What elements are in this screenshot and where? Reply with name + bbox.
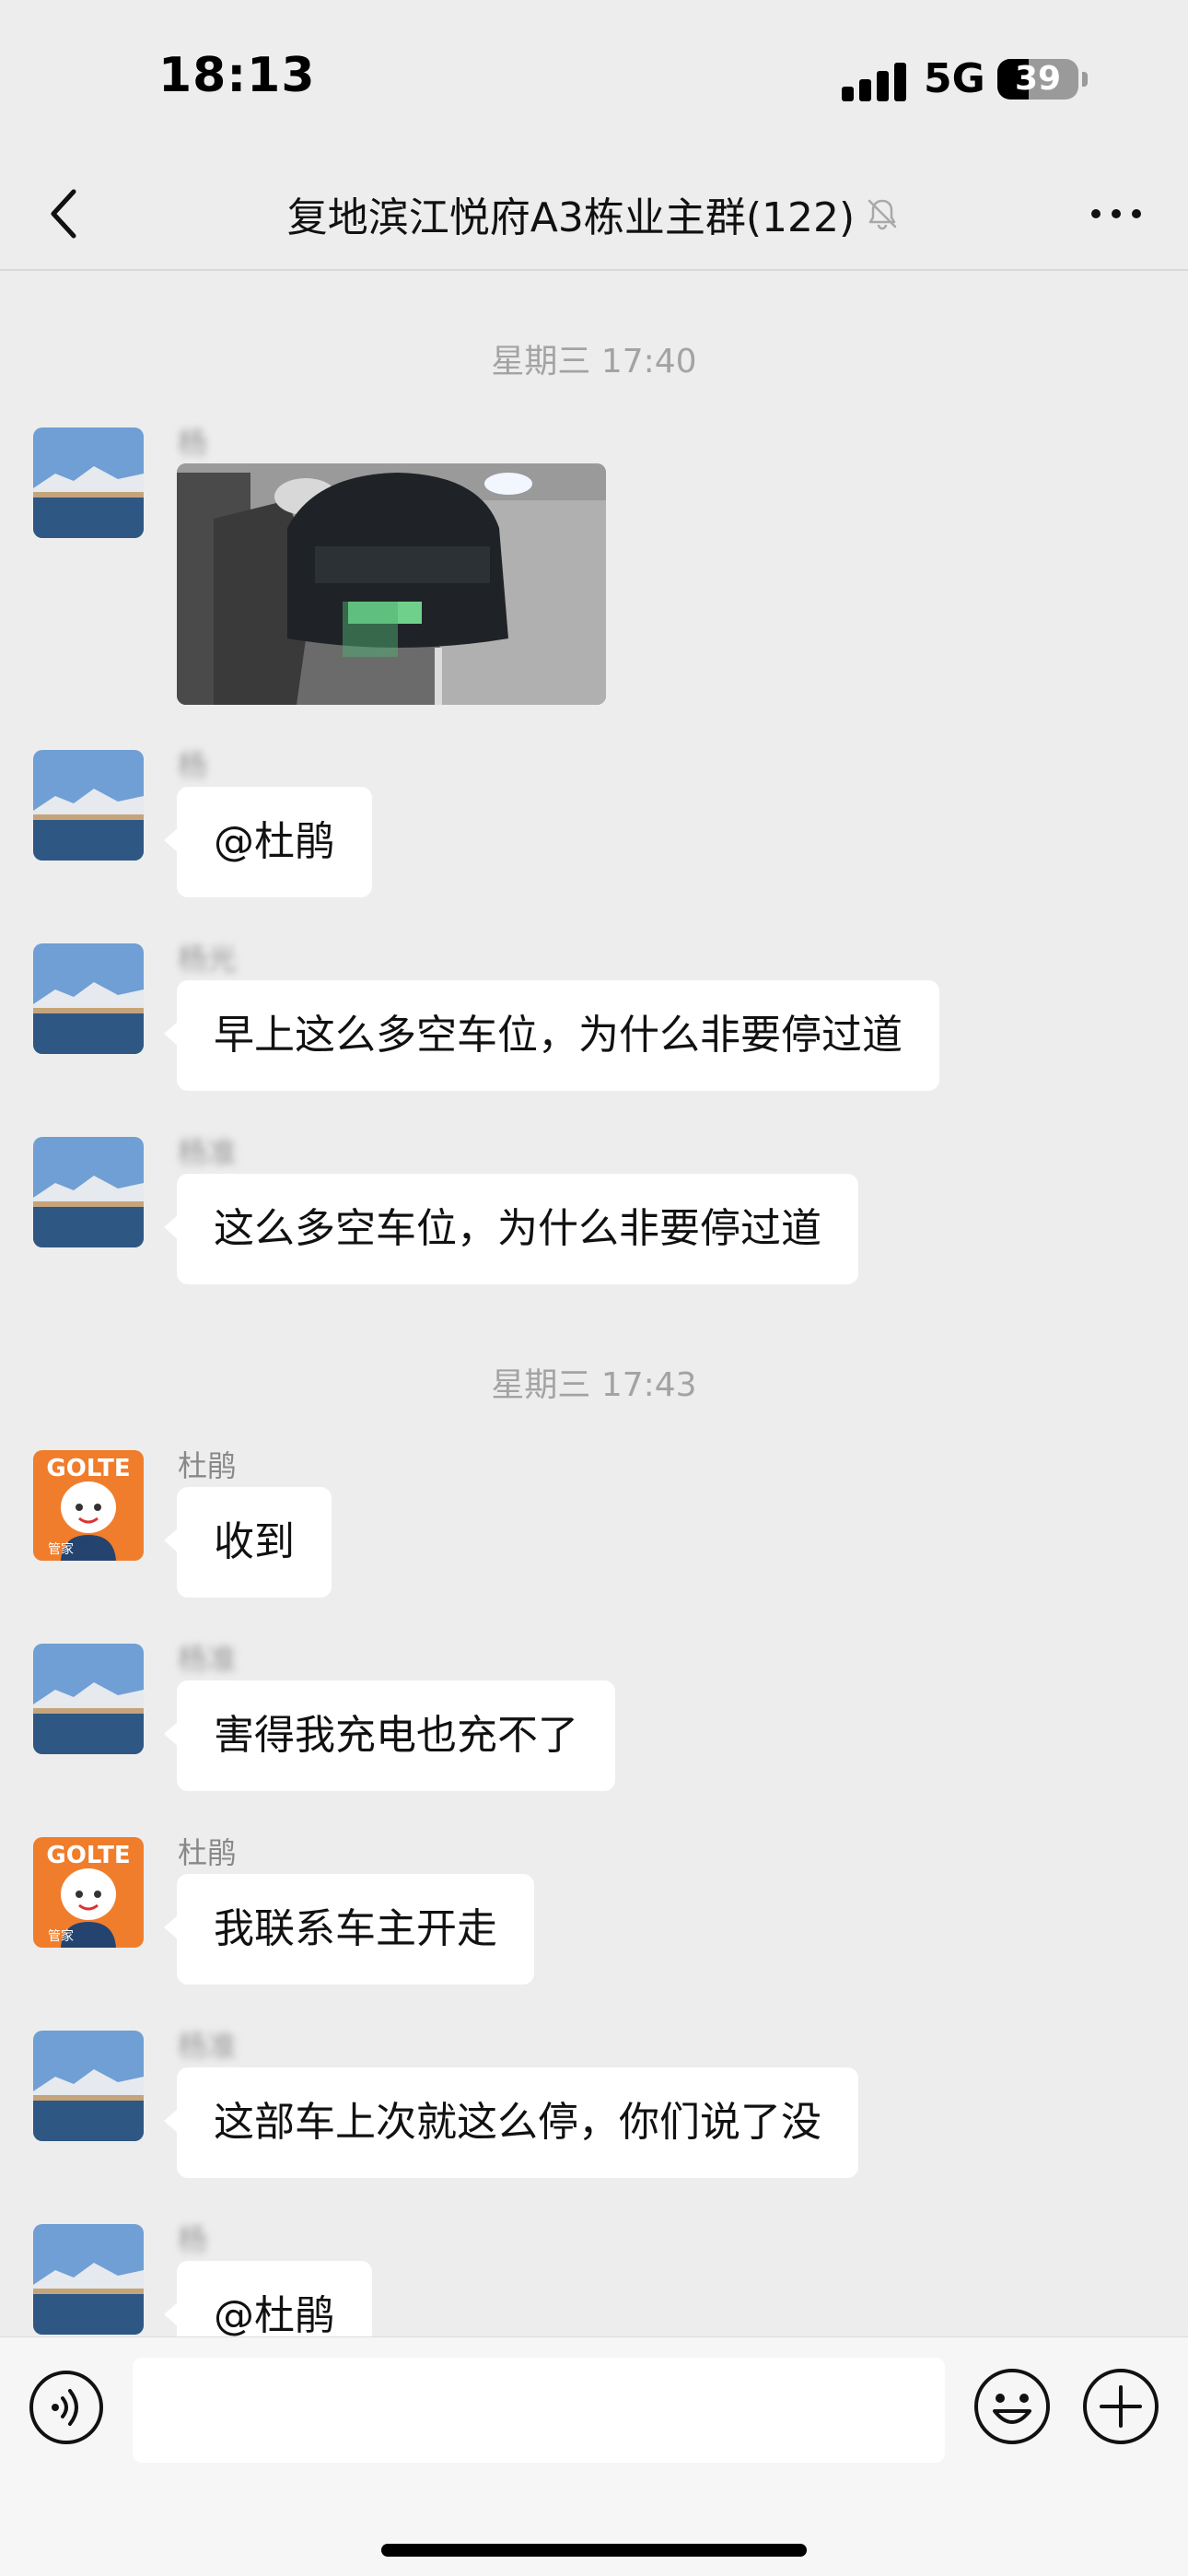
avatar[interactable]: GOLTE 管家 — [33, 1837, 144, 1948]
status-time: 18:13 — [158, 48, 316, 103]
sender-name: 杨 — [178, 426, 208, 461]
sender-name: 杜鹃 — [178, 1448, 238, 1483]
message-input[interactable] — [133, 2358, 945, 2463]
emoji-icon[interactable] — [973, 2367, 1052, 2446]
chat-title: 复地滨江悦府A3栋业主群(122) — [286, 194, 856, 241]
svg-text:GOLTE: GOLTE — [46, 1842, 130, 1869]
lake-landscape-avatar — [33, 2031, 144, 2141]
message-bubble[interactable]: 收到 — [164, 1487, 332, 1598]
message-bubble[interactable]: @杜鹃 — [164, 2261, 372, 2336]
ellipsis-icon[interactable] — [1083, 181, 1149, 247]
message-bubble[interactable]: 害得我充电也充不了 — [164, 1680, 615, 1791]
sender-name: 杜鹃 — [178, 1835, 238, 1870]
lake-landscape-avatar — [33, 427, 144, 538]
battery-tip — [1082, 72, 1088, 87]
message-bubble[interactable]: 这么多空车位，为什么非要停过道 — [164, 1174, 858, 1284]
lake-landscape-avatar — [33, 750, 144, 861]
sender-name: 杨 — [178, 2222, 208, 2257]
message-bubble[interactable]: 早上这么多空车位，为什么非要停过道 — [164, 980, 939, 1091]
shared-photo[interactable] — [177, 463, 606, 705]
lake-landscape-avatar — [33, 2224, 144, 2335]
avatar[interactable] — [33, 943, 144, 1054]
lake-landscape-avatar — [33, 1137, 144, 1247]
battery-icon: 39 — [997, 59, 1078, 100]
message-list[interactable]: 星期三 17:40 杨 杨 @杜鹃 杨光 早上这么多空车位，为什么非要停过道 杨… — [0, 273, 1188, 2336]
avatar[interactable] — [33, 2031, 144, 2141]
message-bubble[interactable]: 这部车上次就这么停，你们说了没 — [164, 2067, 858, 2178]
voice-icon[interactable] — [28, 2369, 105, 2446]
avatar[interactable] — [33, 2224, 144, 2335]
svg-text:GOLTE: GOLTE — [46, 1455, 130, 1482]
input-bar — [0, 2336, 1188, 2576]
svg-text:管家: 管家 — [48, 1541, 74, 1557]
nav-bar: 复地滨江悦府A3栋业主群(122) — [0, 157, 1188, 271]
status-bar: 18:13 5G 39 — [0, 0, 1188, 157]
home-indicator — [381, 2544, 807, 2557]
timestamp-separator: 星期三 17:43 — [491, 1366, 697, 1404]
sender-name: 杨准 — [178, 1135, 238, 1170]
butler-mascot-avatar: GOLTE 管家 — [33, 1450, 144, 1561]
sender-name: 杨准 — [178, 2029, 238, 2064]
parked-cars-photo — [177, 463, 606, 705]
avatar[interactable] — [33, 1137, 144, 1247]
battery-level: 39 — [1014, 60, 1062, 98]
svg-text:管家: 管家 — [48, 1928, 74, 1944]
network-type: 5G — [924, 55, 985, 102]
sender-name: 杨光 — [178, 942, 238, 977]
sender-name: 杨 — [178, 748, 208, 783]
timestamp-separator: 星期三 17:40 — [491, 343, 697, 381]
avatar[interactable] — [33, 427, 144, 538]
butler-mascot-avatar: GOLTE 管家 — [33, 1837, 144, 1948]
chevron-left-icon[interactable] — [33, 181, 99, 247]
sender-name: 杨准 — [178, 1642, 238, 1677]
bell-slash-icon — [868, 199, 897, 230]
lake-landscape-avatar — [33, 1644, 144, 1754]
cellular-signal-icon — [842, 61, 908, 101]
message-bubble[interactable]: @杜鹃 — [164, 787, 372, 897]
lake-landscape-avatar — [33, 943, 144, 1054]
message-bubble[interactable]: 我联系车主开走 — [164, 1874, 534, 1985]
plus-circle-icon[interactable] — [1081, 2367, 1160, 2446]
chat-title-area[interactable]: 复地滨江悦府A3栋业主群(122) — [129, 186, 1059, 241]
wechat-group-chat-screen: 18:13 5G 39 复地滨江悦府A3栋业主群(122) 星期三 17:40 … — [0, 0, 1188, 2576]
avatar[interactable]: GOLTE 管家 — [33, 1450, 144, 1561]
avatar[interactable] — [33, 750, 144, 861]
avatar[interactable] — [33, 1644, 144, 1754]
